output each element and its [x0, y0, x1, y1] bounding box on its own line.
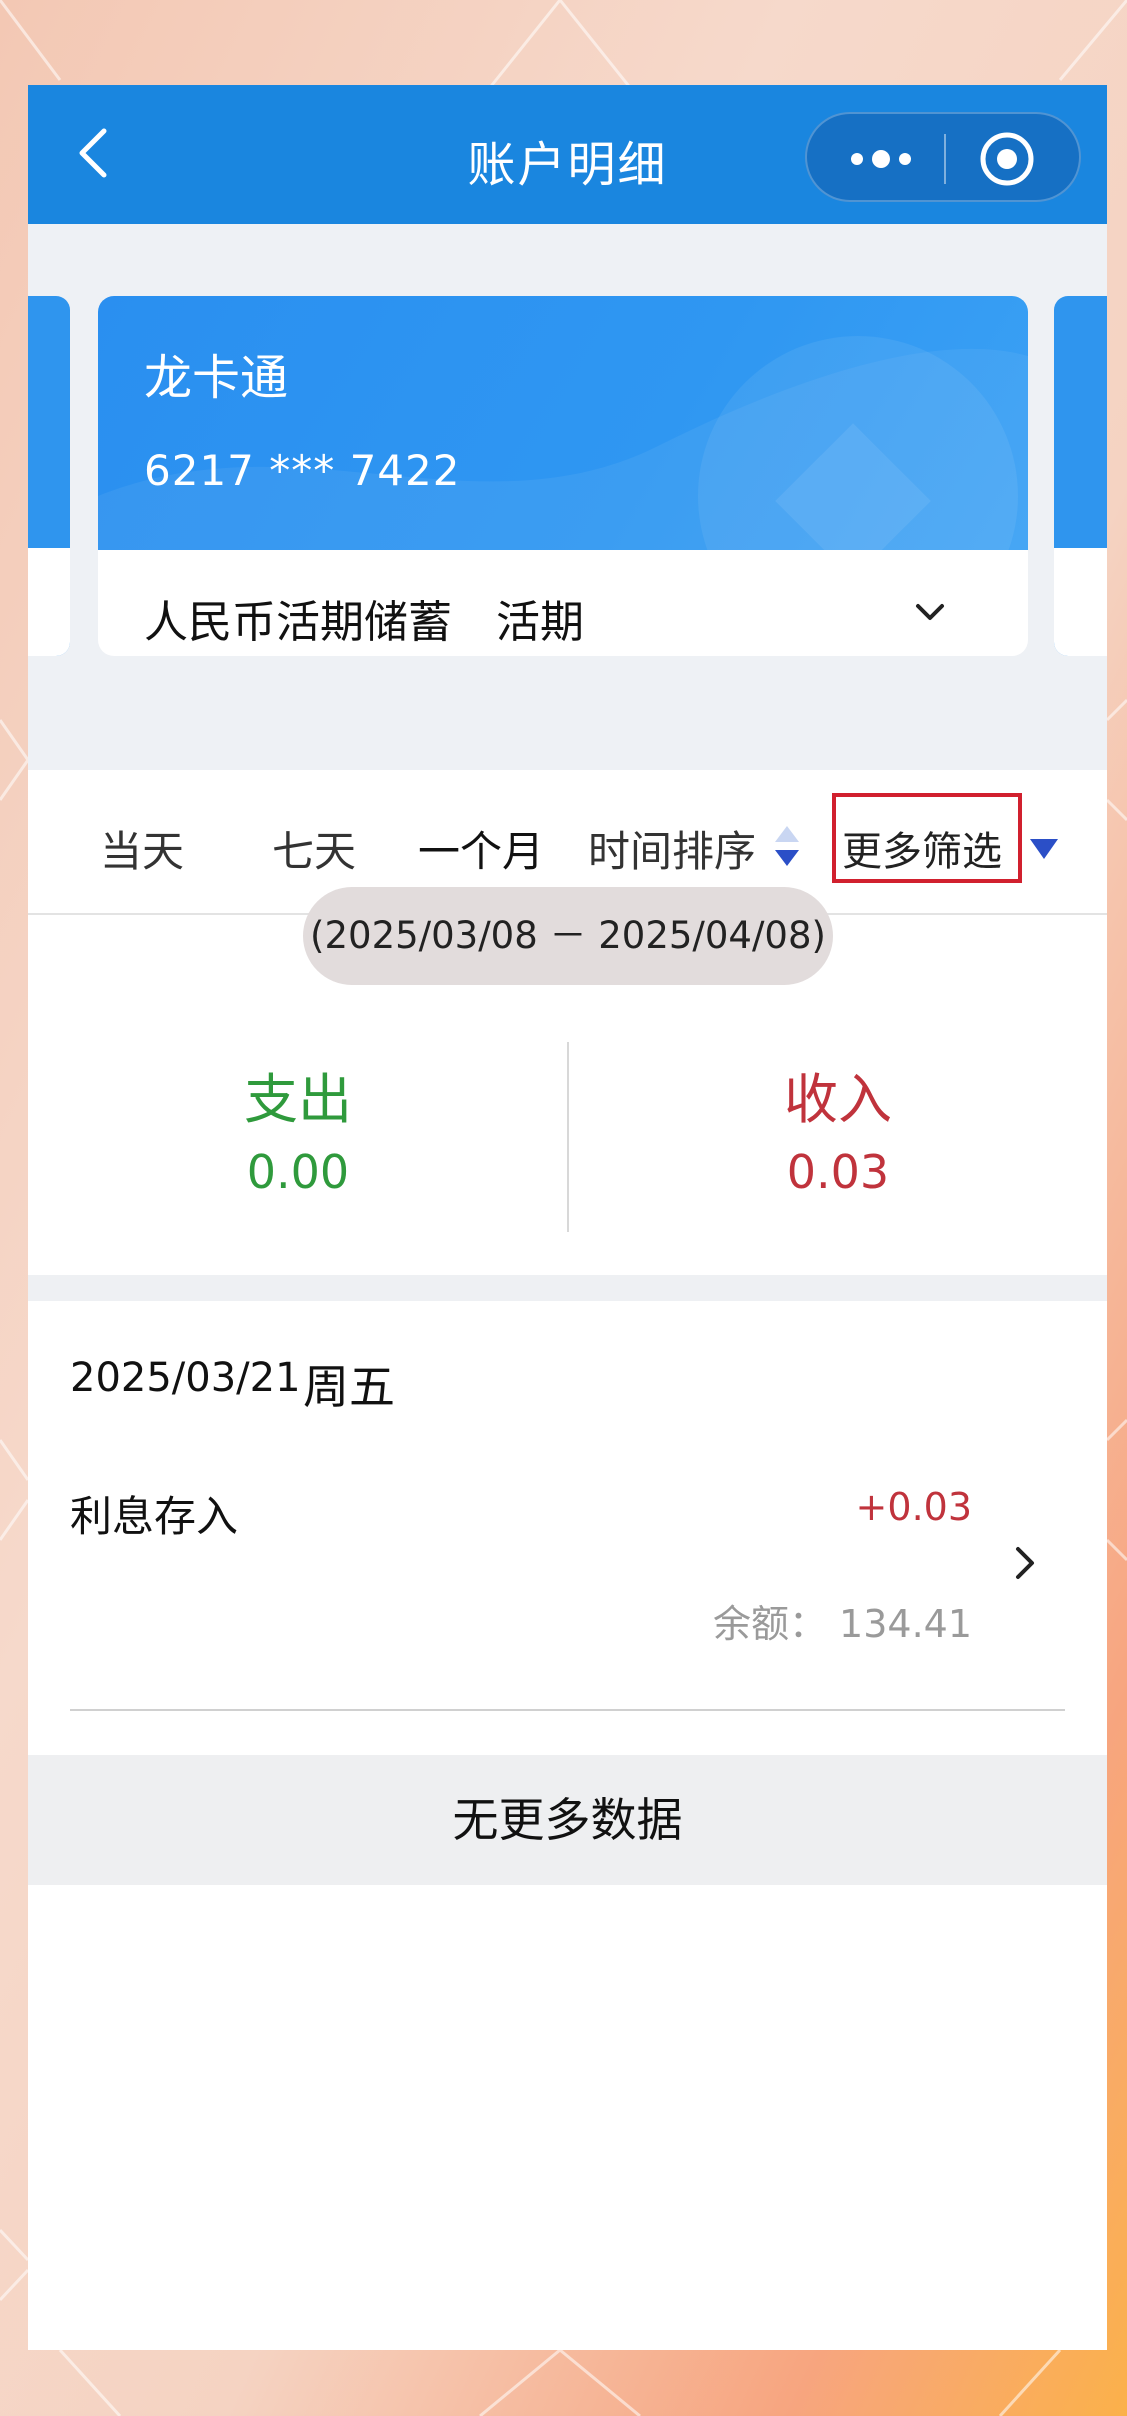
income-label: 收入: [784, 1068, 892, 1131]
more-filter-label: 更多筛选: [842, 829, 1002, 875]
mini-program-capsule: [805, 112, 1081, 202]
more-dots-icon[interactable]: [837, 134, 925, 184]
more-filter-button[interactable]: 更多筛选: [832, 793, 1022, 883]
capsule-divider: [944, 134, 946, 184]
previous-card[interactable]: [28, 296, 70, 656]
income-value: 0.03: [786, 1145, 890, 1199]
navigation-bar: 账户明细: [28, 85, 1107, 224]
filter-dropdown-icon[interactable]: [1028, 835, 1060, 863]
card-carousel: 龙卡通 6217 *** 7422 人民币活期储蓄 活期: [28, 224, 1107, 770]
row-divider: [70, 1709, 1065, 1711]
tab-one-month[interactable]: 一个月: [418, 818, 544, 879]
transaction-balance: 余额： 134.41: [712, 1602, 972, 1646]
card-face: 龙卡通 6217 *** 7422: [98, 296, 1028, 550]
sort-icon[interactable]: [772, 820, 802, 872]
tab-seven-days[interactable]: 七天: [272, 818, 356, 879]
expense-label: 支出: [244, 1068, 352, 1131]
tab-time-sort[interactable]: 时间排序: [588, 818, 756, 879]
transaction-title: 利息存入: [70, 1492, 239, 1541]
no-more-data: 无更多数据: [28, 1755, 1107, 1885]
expense-value: 0.00: [246, 1145, 350, 1199]
account-type: 人民币活期储蓄 活期: [144, 597, 584, 648]
transaction-row[interactable]: 利息存入 +0.03 余额： 134.41: [28, 1475, 1107, 1646]
date-range: (2025/03/08 － 2025/04/08): [303, 887, 833, 985]
card-watermark: [98, 336, 1028, 550]
section-gap: [28, 1275, 1107, 1301]
chevron-down-icon[interactable]: [910, 592, 950, 632]
close-target-icon[interactable]: [977, 129, 1037, 189]
transaction-date: 2025/03/21: [70, 1355, 301, 1401]
transaction-amount: +0.03: [855, 1485, 972, 1529]
transaction-weekday: 周五: [303, 1360, 395, 1414]
bank-card[interactable]: 龙卡通 6217 *** 7422 人民币活期储蓄 活期: [98, 296, 1028, 656]
card-number: 6217 *** 7422: [144, 446, 461, 495]
app-screen: 账户明细 龙卡通 6217 *** 7422 人民币活期储蓄 活期 当天 七天 …: [28, 85, 1107, 2350]
chevron-right-icon: [1016, 1547, 1034, 1579]
tab-today[interactable]: 当天: [100, 818, 184, 879]
card-name: 龙卡通: [144, 350, 289, 406]
next-card[interactable]: [1054, 296, 1107, 656]
